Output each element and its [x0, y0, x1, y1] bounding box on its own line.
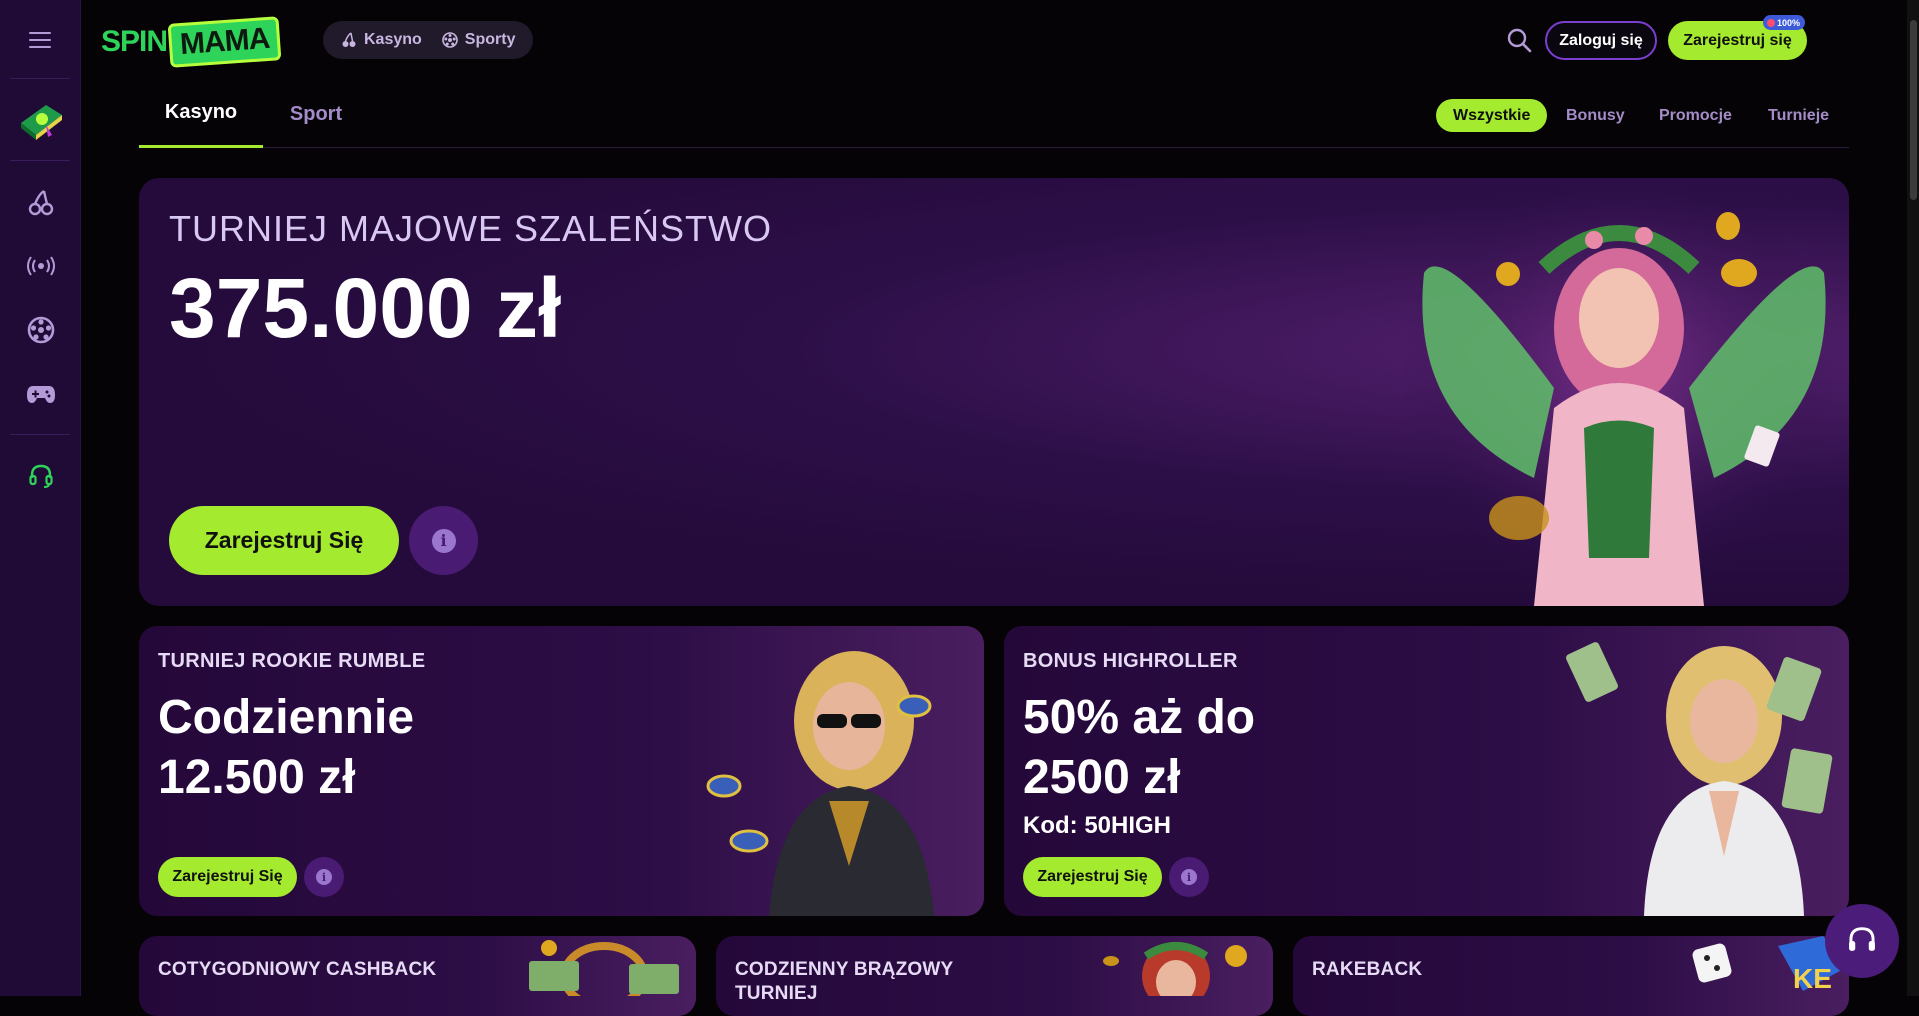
hero-banner: TURNIEJ MAJOWE SZALEŃSTWO 375.000 zł Zar… [139, 178, 1849, 606]
card-subtitle: TURNIEJ ROOKIE RUMBLE [158, 650, 426, 672]
card-title-line2: 2500 zł [1023, 751, 1181, 804]
scrollbar[interactable] [1907, 0, 1919, 996]
logo-mama: MAMA [167, 16, 282, 68]
nav-casino-label: Kasyno [364, 31, 422, 48]
promo-card-bronze-tournament[interactable]: CODZIENNY BRĄZOWY TURNIEJ [716, 936, 1273, 1016]
money-bag-illustration [529, 940, 679, 996]
hero-info-button[interactable]: i [409, 506, 478, 575]
card-register-button[interactable]: Zarejestruj Się [1023, 857, 1162, 897]
fairy-illustration [1404, 178, 1839, 606]
card-info-button[interactable]: i [1169, 857, 1209, 897]
product-switch: Kasyno Sporty [323, 21, 534, 59]
info-icon: i [1181, 869, 1197, 885]
info-icon: i [431, 528, 456, 553]
hero-title: 375.000 zł [169, 261, 562, 355]
nav-sports[interactable]: Sporty [432, 31, 526, 49]
filter-tournaments[interactable]: Turnieje [1751, 99, 1846, 132]
sidebar [0, 0, 81, 996]
sidebar-divider [10, 434, 70, 435]
card-title-line2: 12.500 zł [158, 751, 356, 804]
menu-icon[interactable] [0, 12, 81, 68]
headset-icon [1849, 927, 1875, 951]
nav-sports-label: Sporty [464, 31, 516, 48]
promo-card-rakeback[interactable]: RAKEBACK KE [1293, 936, 1849, 1016]
promo-card-highroller[interactable]: BONUS HIGHROLLER 50% aż do 2500 zł Kod: … [1004, 626, 1849, 916]
hero-register-button[interactable]: Zarejestruj Się [169, 506, 399, 575]
card-subtitle: BONUS HIGHROLLER [1023, 650, 1238, 672]
card-subtitle: RAKEBACK [1312, 959, 1423, 980]
gift-icon [1767, 18, 1775, 27]
login-button[interactable]: Zaloguj się [1545, 21, 1657, 60]
gamepad-icon[interactable] [0, 366, 81, 422]
dice-illustration: KE [1692, 936, 1849, 994]
football-icon[interactable] [0, 302, 81, 358]
live-icon[interactable] [0, 238, 81, 294]
filter-promotions[interactable]: Promocje [1642, 99, 1749, 132]
card-info-button[interactable]: i [304, 857, 344, 897]
card-promo-code: Kod: 50HIGH [1023, 812, 1172, 839]
filter-all[interactable]: Wszystkie [1436, 99, 1548, 132]
card-register-button[interactable]: Zarejestruj Się [158, 857, 297, 897]
tab-sport[interactable]: Sport [263, 80, 369, 148]
hero-subtitle: TURNIEJ MAJOWE SZALEŃSTWO [169, 208, 773, 249]
support-chat-button[interactable] [1825, 904, 1899, 978]
scrollbar-thumb[interactable] [1910, 20, 1917, 200]
logo-spin: SPIN [101, 25, 168, 58]
football-icon [441, 32, 458, 48]
card-title-line1: Codziennie [158, 691, 415, 744]
card-subtitle: CODZIENNY BRĄZOWY TURNIEJ [735, 959, 954, 1004]
headset-icon[interactable] [0, 448, 81, 504]
redhead-illustration [1103, 942, 1247, 996]
woman-money-illustration [1566, 642, 1833, 916]
brand-logo[interactable]: SPIN MAMA [101, 16, 282, 68]
search-icon[interactable] [1505, 26, 1533, 54]
promo-card-rookie-rumble[interactable]: TURNIEJ ROOKIE RUMBLE Codziennie 12.500 … [139, 626, 984, 916]
promo-book-icon[interactable] [0, 92, 81, 148]
promo-tabs: Kasyno Sport Wszystkie Bonusy Promocje T… [139, 80, 1849, 148]
cherry-icon[interactable] [0, 174, 81, 230]
svg-text:KE: KE [1793, 963, 1832, 994]
bonus-badge-label: 100% [1777, 17, 1801, 28]
tab-casino[interactable]: Kasyno [139, 80, 263, 148]
card-subtitle: COTYGODNIOWY CASHBACK [158, 959, 437, 980]
nav-casino[interactable]: Kasyno [331, 31, 432, 49]
card-title-line1: 50% aż do [1023, 691, 1256, 744]
info-icon: i [316, 869, 332, 885]
sidebar-divider [10, 160, 70, 161]
sidebar-divider [10, 78, 70, 79]
promo-card-cashback[interactable]: COTYGODNIOWY CASHBACK [139, 936, 696, 1016]
filter-bonuses[interactable]: Bonusy [1549, 99, 1642, 132]
cherry-icon [342, 32, 356, 47]
bonus-badge: 100% [1763, 15, 1806, 30]
woman-sunglasses-illustration [706, 651, 934, 916]
